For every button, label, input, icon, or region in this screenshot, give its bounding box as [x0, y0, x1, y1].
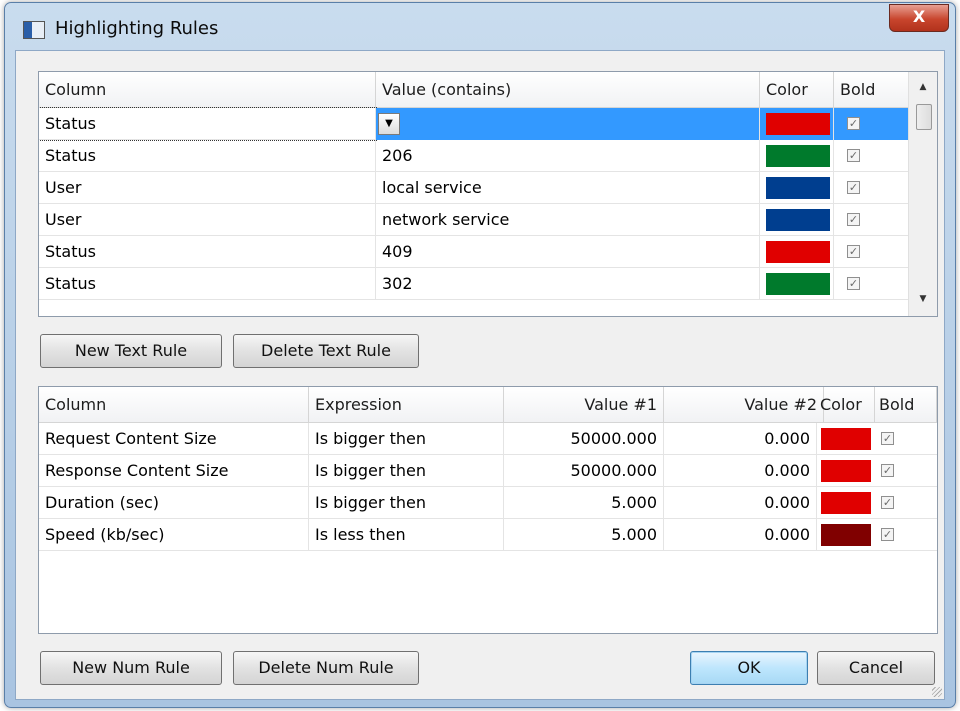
rule-bold-cell[interactable] — [834, 140, 909, 172]
header-value-1[interactable]: Value #1 — [504, 387, 664, 423]
text-rules-scrollbar[interactable]: ▲ ▼ — [908, 72, 937, 316]
rule-value2-cell[interactable]: 0.000 — [664, 487, 817, 519]
text-rules-header: Column Value (contains) Color Bold — [39, 72, 909, 108]
table-row[interactable]: Status ▼ ✓ — [39, 107, 909, 141]
rule-value-cell[interactable]: 409 — [376, 236, 760, 268]
scroll-up-icon[interactable]: ▲ — [909, 82, 937, 92]
rule-value2-cell[interactable]: 0.000 — [664, 519, 817, 551]
cancel-button[interactable]: Cancel — [817, 651, 935, 685]
chevron-down-icon[interactable]: ▼ — [378, 113, 400, 135]
header-value-contains[interactable]: Value (contains) — [376, 72, 760, 108]
window-title: Highlighting Rules — [55, 18, 219, 39]
header-column[interactable]: Column — [39, 72, 376, 108]
table-row[interactable]: Duration (sec) Is bigger then 5.000 0.000 ✓ — [39, 487, 937, 519]
delete-text-rule-button[interactable]: Delete Text Rule — [233, 334, 419, 368]
rule-value1-cell[interactable]: 50000.000 — [504, 423, 664, 455]
rule-expression-cell[interactable]: Is bigger then — [309, 455, 504, 487]
bold-checkbox[interactable]: ✓ — [881, 528, 894, 541]
rule-value1-cell[interactable]: 5.000 — [504, 487, 664, 519]
rule-bold-cell[interactable] — [834, 204, 909, 236]
title-bar[interactable]: Highlighting Rules X — [5, 3, 955, 51]
rule-column-cell[interactable]: User — [39, 172, 376, 204]
bold-checkbox[interactable]: ✓ — [847, 277, 860, 290]
color-swatch[interactable] — [821, 460, 871, 482]
color-swatch[interactable] — [821, 428, 871, 450]
color-swatch[interactable] — [766, 177, 830, 199]
rule-column-cell[interactable]: Status — [39, 236, 376, 268]
bold-checkbox[interactable]: ✓ — [847, 117, 860, 130]
rule-value-cell[interactable]: 302 — [376, 268, 760, 300]
bold-checkbox[interactable]: ✓ — [847, 245, 860, 258]
header-column[interactable]: Column — [39, 387, 309, 423]
rule-value1-cell[interactable]: 50000.000 — [504, 455, 664, 487]
rule-value-cell[interactable]: 206 — [376, 140, 760, 172]
bold-checkbox[interactable]: ✓ — [881, 496, 894, 509]
table-row[interactable]: Status 206 ✓ — [39, 140, 909, 172]
rule-value-cell[interactable] — [376, 108, 760, 140]
dialog-client-area: Column Value (contains) Color Bold Statu… — [15, 50, 945, 700]
rule-column-cell[interactable]: User — [39, 204, 376, 236]
header-bold[interactable]: Bold — [834, 72, 909, 108]
rule-bold-cell[interactable] — [834, 172, 909, 204]
table-row[interactable]: Speed (kb/sec) Is less then 5.000 0.000 ✓ — [39, 519, 937, 551]
new-num-rule-button[interactable]: New Num Rule — [40, 651, 222, 685]
rule-value2-cell[interactable]: 0.000 — [664, 423, 817, 455]
table-row[interactable]: Status 409 ✓ — [39, 236, 909, 268]
header-color[interactable]: Color — [817, 387, 875, 423]
table-row[interactable]: Response Content Size Is bigger then 50000… — [39, 455, 937, 487]
table-row[interactable]: User network service ✓ — [39, 204, 909, 236]
rule-value-cell[interactable]: network service — [376, 204, 760, 236]
rule-value-cell[interactable]: local service — [376, 172, 760, 204]
header-bold[interactable]: Bold — [875, 387, 937, 423]
bold-checkbox[interactable]: ✓ — [881, 464, 894, 477]
rule-column-cell[interactable]: Response Content Size — [39, 455, 309, 487]
rule-expression-cell[interactable]: Is bigger then — [309, 487, 504, 519]
color-swatch[interactable] — [821, 524, 871, 546]
color-swatch[interactable] — [766, 145, 830, 167]
delete-num-rule-button[interactable]: Delete Num Rule — [233, 651, 419, 685]
rule-column-cell[interactable]: Status — [39, 140, 376, 172]
table-row[interactable]: Request Content Size Is bigger then 50000.… — [39, 423, 937, 455]
rule-column-cell[interactable]: Speed (kb/sec) — [39, 519, 309, 551]
rule-column-cell[interactable]: Status — [39, 107, 377, 141]
color-swatch[interactable] — [766, 113, 830, 135]
rule-expression-cell[interactable]: Is bigger then — [309, 423, 504, 455]
scroll-down-icon[interactable]: ▼ — [909, 294, 937, 304]
rule-bold-cell[interactable] — [834, 236, 909, 268]
bold-checkbox[interactable]: ✓ — [847, 213, 860, 226]
bold-checkbox[interactable]: ✓ — [847, 181, 860, 194]
rule-value1-cell[interactable]: 5.000 — [504, 519, 664, 551]
app-icon — [23, 21, 45, 39]
rule-column-cell[interactable]: Status — [39, 268, 376, 300]
bold-checkbox[interactable]: ✓ — [847, 149, 860, 162]
scroll-thumb[interactable] — [916, 104, 932, 130]
header-expression[interactable]: Expression — [309, 387, 504, 423]
color-swatch[interactable] — [766, 241, 830, 263]
ok-button[interactable]: OK — [690, 651, 808, 685]
table-row[interactable]: Status 302 ✓ — [39, 268, 909, 300]
num-rules-grid[interactable]: Column Expression Value #1 Value #2 Colo… — [38, 386, 938, 634]
new-text-rule-button[interactable]: New Text Rule — [40, 334, 222, 368]
close-button[interactable]: X — [889, 4, 949, 32]
rule-bold-cell[interactable] — [834, 108, 909, 140]
header-color[interactable]: Color — [760, 72, 834, 108]
rule-column-cell[interactable]: Duration (sec) — [39, 487, 309, 519]
resize-grip-icon[interactable] — [932, 687, 942, 697]
bold-checkbox[interactable]: ✓ — [881, 432, 894, 445]
color-swatch[interactable] — [766, 273, 830, 295]
header-value-2[interactable]: Value #2 — [664, 387, 824, 423]
text-rules-grid[interactable]: Column Value (contains) Color Bold Statu… — [38, 71, 938, 317]
rule-column-cell[interactable]: Request Content Size — [39, 423, 309, 455]
dialog-window: Highlighting Rules X Column Value (conta… — [4, 2, 956, 708]
table-row[interactable]: User local service ✓ — [39, 172, 909, 204]
rule-value2-cell[interactable]: 0.000 — [664, 455, 817, 487]
rule-bold-cell[interactable] — [834, 268, 909, 300]
color-swatch[interactable] — [821, 492, 871, 514]
num-rules-header: Column Expression Value #1 Value #2 Colo… — [39, 387, 937, 423]
color-swatch[interactable] — [766, 209, 830, 231]
rule-expression-cell[interactable]: Is less then — [309, 519, 504, 551]
